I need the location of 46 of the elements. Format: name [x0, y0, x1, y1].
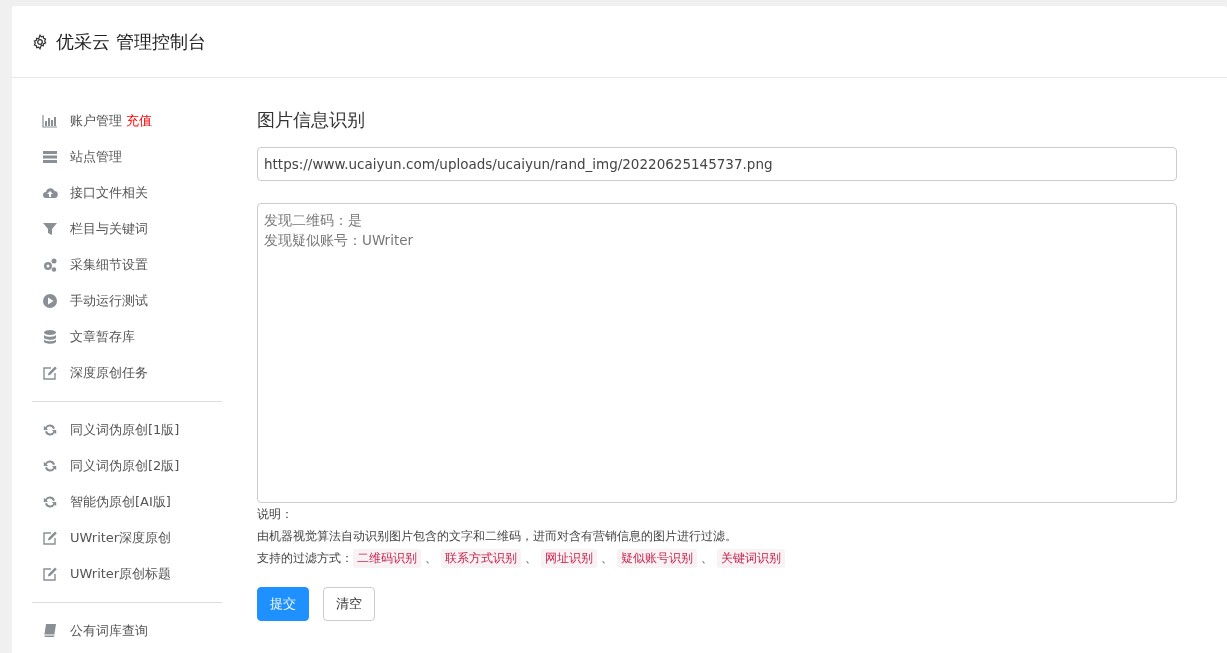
- filter-method-tag: 二维码识别: [353, 548, 421, 568]
- sidebar-item[interactable]: 深度原创任务: [32, 355, 222, 391]
- separator-mark: 、: [701, 550, 713, 567]
- sidebar-item[interactable]: 栏目与关键词: [32, 211, 222, 247]
- recharge-link[interactable]: 充值: [126, 112, 152, 130]
- section-heading: 图片信息识别: [257, 108, 366, 132]
- methods-label: 支持的过滤方式：: [257, 550, 353, 567]
- notes-title: 说明：: [257, 506, 294, 523]
- filter-method-tag: 网址识别: [541, 548, 597, 568]
- url-field[interactable]: https://www.ucaiyun.com/uploads/ucaiyun/rand_img/20220625145737.png: [257, 147, 1177, 181]
- refresh-icon: [42, 458, 58, 474]
- sidebar-item[interactable]: 智能伪原创[AI版]: [32, 484, 222, 520]
- sidebar-item[interactable]: UWriter深度原创: [32, 520, 222, 556]
- separator-mark: 、: [425, 550, 437, 567]
- filter-icon: [42, 221, 58, 237]
- sidebar-item[interactable]: 同义词伪原创[1版]: [32, 412, 222, 448]
- separator-mark: 、: [525, 550, 537, 567]
- separator-mark: 、: [601, 550, 613, 567]
- sidebar-item[interactable]: 站点管理: [32, 139, 222, 175]
- bar-chart-icon: [42, 113, 58, 129]
- console-title: 优采云 管理控制台: [56, 29, 206, 54]
- edit-icon: [42, 530, 58, 546]
- refresh-icon: [42, 422, 58, 438]
- cloud-upload-icon: [42, 185, 58, 201]
- sidebar-item[interactable]: 接口文件相关: [32, 175, 222, 211]
- filter-method-tag: 联系方式识别: [441, 548, 521, 568]
- filter-method-tag: 关键词识别: [717, 548, 785, 568]
- server-icon: [42, 149, 58, 165]
- sidebar-item[interactable]: 文章暂存库: [32, 319, 222, 355]
- play-icon: [42, 293, 58, 309]
- edit-icon: [42, 365, 58, 381]
- database-icon: [42, 329, 58, 345]
- edit-icon: [42, 566, 58, 582]
- sidebar-item[interactable]: 同义词伪原创[2版]: [32, 448, 222, 484]
- clear-button[interactable]: 清空: [323, 587, 375, 621]
- sidebar-item[interactable]: 公有词库查询: [32, 613, 222, 649]
- sidebar-item[interactable]: 账户管理: [32, 103, 122, 139]
- result-box[interactable]: 发现二维码：是 发现疑似账号：UWriter: [257, 203, 1177, 503]
- notes-description: 由机器视觉算法自动识别图片包含的文字和二维码，进而对含有营销信息的图片进行过滤。: [257, 528, 738, 545]
- settings-icon: [32, 33, 48, 50]
- sidebar-item[interactable]: 采集细节设置: [32, 247, 222, 283]
- sidebar-item[interactable]: 手动运行测试: [32, 283, 222, 319]
- refresh-icon: [42, 494, 58, 510]
- sidebar-item[interactable]: UWriter原创标题: [32, 556, 222, 592]
- filter-method-tag: 疑似账号识别: [617, 548, 697, 568]
- book-icon: [42, 623, 58, 639]
